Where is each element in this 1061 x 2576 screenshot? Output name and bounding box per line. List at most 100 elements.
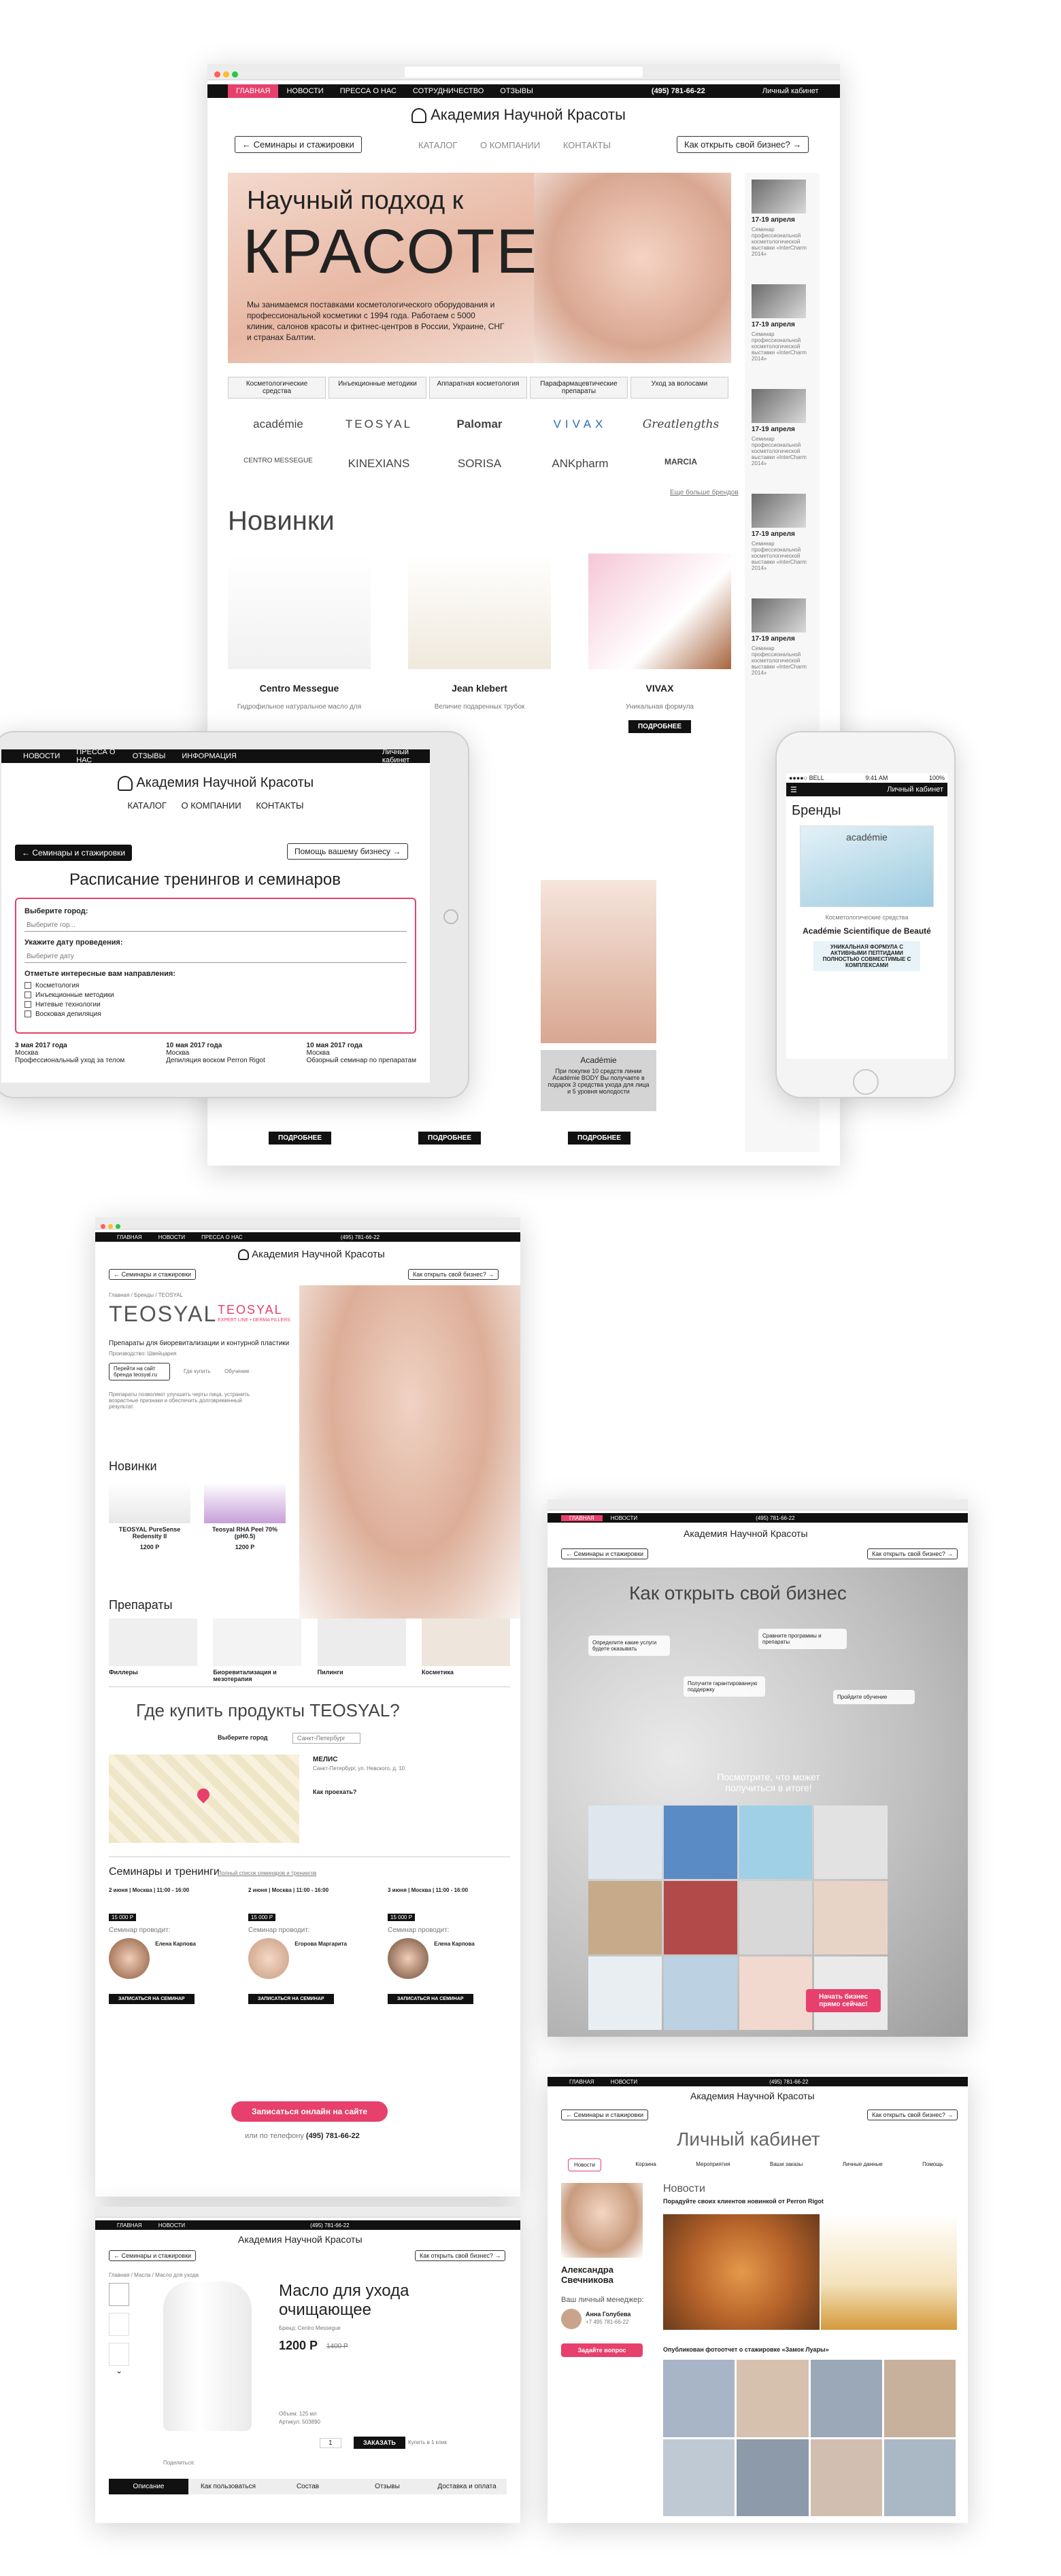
prep-card[interactable]: Пилинги: [317, 1619, 406, 1682]
phone-cabinet[interactable]: Личный кабинет: [887, 785, 943, 794]
teosyal-news-card[interactable]: TEOSYAL PureSense Redensity II 1200 Р: [109, 1482, 190, 1550]
nav-home[interactable]: ГЛАВНАЯ: [109, 2222, 150, 2228]
where-buy-link[interactable]: Где купить: [184, 1368, 210, 1374]
phone-number[interactable]: (495) 781-66-22: [643, 87, 713, 95]
product-card[interactable]: Centro Messegue Гидрофильное натуральное…: [228, 554, 371, 733]
nav-coop[interactable]: СОТРУДНИЧЕСТВО: [405, 87, 492, 95]
tab-news[interactable]: Новости: [568, 2158, 601, 2171]
seminars-button[interactable]: ← Семинары и стажировки: [235, 136, 362, 153]
site-logo[interactable]: Академия Научной Красоты: [690, 2090, 815, 2101]
order-button[interactable]: ЗАКАЗАТЬ: [354, 2437, 405, 2449]
more-button[interactable]: ПОДРОБНЕЕ: [418, 1132, 482, 1145]
direction-checkbox[interactable]: Восковая депиляция: [24, 1011, 407, 1018]
tab-profile[interactable]: Личные данные: [837, 2158, 888, 2171]
tablet-nav-news[interactable]: НОВОСТИ: [15, 752, 68, 760]
more-button[interactable]: ПОДРОБНЕЕ: [628, 720, 692, 733]
address-bar[interactable]: [405, 67, 643, 78]
brand-teosyal[interactable]: TEOSYAL: [329, 418, 429, 431]
date-select[interactable]: Выберите дату: [24, 951, 407, 963]
seminars-button[interactable]: ← Семинары и стажировки: [109, 2250, 197, 2261]
more-button[interactable]: ПОДРОБНЕЕ: [269, 1132, 332, 1145]
brand-vivax[interactable]: VIVAX: [530, 418, 630, 431]
category-hair[interactable]: Уход за волосами: [630, 377, 728, 399]
quantity-stepper[interactable]: 1: [320, 2438, 341, 2448]
site-logo[interactable]: Академия Научной Красоты: [238, 1249, 385, 1261]
window-controls[interactable]: [101, 1220, 123, 1232]
thumbnail[interactable]: [109, 2313, 129, 2336]
brand-academie[interactable]: académie: [228, 418, 329, 431]
brand-site-button[interactable]: Перейти на сайт бренда teosyal.ru: [109, 1363, 170, 1380]
brand-sorisa[interactable]: SORISA: [429, 457, 530, 471]
nav-phone[interactable]: (495) 781-66-22: [333, 1234, 388, 1240]
tablet-home-button[interactable]: [443, 909, 458, 924]
brand-kinexians[interactable]: KINEXIANS: [329, 457, 429, 471]
business-button[interactable]: Как открыть свой бизнес? →: [408, 1269, 499, 1280]
category-pharma[interactable]: Парафармацевтические препараты: [530, 377, 628, 399]
tab-usage[interactable]: Как пользоваться: [188, 2479, 268, 2494]
breadcrumb[interactable]: Главная / Бренды / TEOSYAL: [109, 1292, 183, 1298]
nav-news[interactable]: НОВОСТИ: [603, 2079, 645, 2085]
signup-button[interactable]: ЗАПИСАТЬСЯ НА СЕМИНАР: [109, 1994, 195, 2004]
seminar-card[interactable]: 3 июня | Москва | 11:00 - 16:00 15 000 Р…: [388, 1887, 510, 2004]
news-item-title[interactable]: Порадуйте своих клиентов новинкой от Per…: [663, 2198, 824, 2205]
tab-events[interactable]: Мероприятия: [690, 2158, 735, 2171]
cabinet-link[interactable]: Личный кабинет: [754, 87, 827, 95]
nav-phone[interactable]: (495) 781-66-22: [761, 2079, 816, 2085]
menu-catalog[interactable]: КАТАЛОГ: [418, 140, 457, 150]
side-event[interactable]: 17-19 апреля Семинар профессиональной кос…: [752, 180, 813, 257]
teosyal-news-card[interactable]: Teosyal RHA Peel 70% (pH0.5) 1200 Р: [204, 1482, 286, 1550]
tab-composition[interactable]: Состав: [268, 2479, 348, 2494]
all-brands-link[interactable]: Еще больше брендов: [670, 489, 739, 496]
nav-news[interactable]: НОВОСТИ: [278, 87, 331, 95]
city-select[interactable]: Санкт-Петербург: [292, 1733, 360, 1744]
business-button[interactable]: Как открыть свой бизнес? →: [677, 136, 809, 153]
brand-palomar[interactable]: Palomar: [429, 418, 530, 431]
side-event[interactable]: 17-19 апреля Семинар профессиональной кос…: [752, 494, 813, 571]
side-event[interactable]: 17-19 апреля Семинар профессиональной кос…: [752, 284, 813, 362]
direction-checkbox[interactable]: Нитевые технологии: [24, 1001, 407, 1009]
promo-card[interactable]: Académie При покупке 10 средств линии Ac…: [541, 1050, 656, 1111]
breadcrumb[interactable]: Главная / Масла / Масло для ухода: [109, 2272, 199, 2278]
menu-contacts[interactable]: КОНТАКТЫ: [563, 140, 611, 150]
site-logo[interactable]: Академия Научной Красоты: [684, 1528, 808, 1539]
tablet-logo[interactable]: Академия Научной Красоты: [1, 775, 430, 791]
tab-description[interactable]: Описание: [109, 2479, 188, 2494]
map[interactable]: [109, 1755, 299, 1843]
tab-cart[interactable]: Корзина: [630, 2158, 661, 2171]
tab-delivery[interactable]: Доставка и оплата: [427, 2479, 507, 2494]
business-button[interactable]: Как открыть свой бизнес? →: [867, 1548, 958, 1559]
route-link[interactable]: Как проехать?: [313, 1789, 356, 1795]
nav-home[interactable]: ГЛАВНАЯ: [561, 2079, 603, 2085]
event-item[interactable]: 10 мая 2017 года Москва Обзорный семинар п…: [307, 1042, 416, 1064]
seminars-button[interactable]: ← Семинары и стажировки: [561, 1548, 649, 1559]
tablet-seminars-button[interactable]: ← Семинары и стажировки: [15, 845, 133, 861]
nav-press[interactable]: ПРЕССА О НАС: [193, 1234, 251, 1240]
manager-phone[interactable]: +7 495 781-66-22: [586, 2319, 628, 2325]
business-button[interactable]: Как открыть свой бизнес? →: [867, 2109, 958, 2120]
training-link[interactable]: Обучение: [224, 1368, 250, 1374]
tablet-menu-contacts[interactable]: КОНТАКТЫ: [256, 800, 303, 811]
tablet-nav-press[interactable]: ПРЕССА О НАС: [68, 749, 124, 764]
hamburger-icon[interactable]: ☰: [790, 785, 797, 794]
seminar-card[interactable]: 2 июня | Москва | 11:00 - 16:00 15 000 Р…: [248, 1887, 371, 2004]
site-logo[interactable]: Академия Научной Красоты: [411, 106, 626, 124]
signup-button[interactable]: ЗАПИСАТЬСЯ НА СЕМИНАР: [248, 1994, 334, 2004]
tablet-cabinet[interactable]: Личный кабинет: [374, 749, 430, 764]
nav-home[interactable]: ГЛАВНАЯ: [561, 1514, 603, 1521]
more-button[interactable]: ПОДРОБНЕЕ: [568, 1132, 631, 1145]
nav-home[interactable]: ГЛАВНАЯ: [109, 1234, 150, 1240]
nav-news[interactable]: НОВОСТИ: [150, 2222, 193, 2228]
map-pin-icon[interactable]: [195, 1786, 212, 1803]
tab-orders[interactable]: Ваши заказы: [764, 2158, 808, 2171]
window-controls[interactable]: [214, 69, 241, 81]
brand-card[interactable]: académie: [800, 826, 934, 907]
brand-centro[interactable]: CENTRO MESSEGUE: [228, 457, 329, 471]
ask-question-button[interactable]: Задайте вопрос: [561, 2343, 643, 2357]
direction-checkbox[interactable]: Инъекционные методики: [24, 992, 407, 999]
buy-one-click-link[interactable]: Купить в 1 клик: [408, 2439, 447, 2445]
menu-about[interactable]: О КОМПАНИИ: [480, 140, 540, 150]
direction-checkbox[interactable]: Косметология: [24, 982, 407, 989]
prep-card[interactable]: Филлеры: [109, 1619, 197, 1682]
news-item-title[interactable]: Опубликован фотоотчет о стажировке «Замо…: [663, 2346, 829, 2353]
brand-marcia[interactable]: MARCIA: [630, 457, 731, 471]
